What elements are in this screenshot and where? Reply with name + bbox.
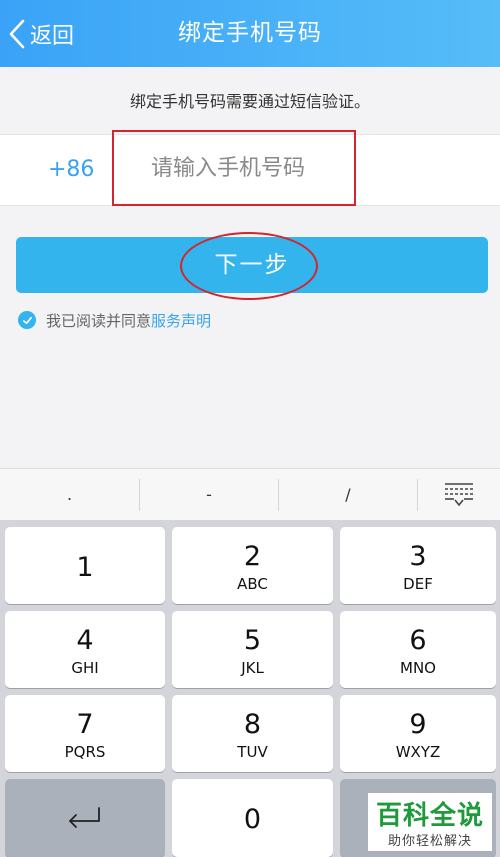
key-letters: WXYZ	[395, 743, 441, 761]
key-9[interactable]: 9 WXYZ	[340, 695, 496, 772]
watermark-title: 百科全说	[375, 801, 484, 831]
key-8[interactable]: 8 TUV	[172, 695, 333, 772]
country-code[interactable]: +86	[48, 135, 94, 205]
key-1[interactable]: 1	[5, 527, 165, 604]
key-digit: 3	[409, 541, 427, 572]
phone-row: +86	[0, 130, 500, 206]
key-digit: 4	[76, 625, 94, 656]
key-digit: 8	[243, 709, 262, 740]
phone-input[interactable]	[112, 130, 356, 206]
key-6[interactable]: 6 MNO	[340, 611, 496, 688]
next-step-button[interactable]: 下一步	[16, 237, 488, 293]
watermark-subtitle: 助你轻松解决	[387, 834, 472, 849]
service-terms-link[interactable]: 服务声明	[151, 310, 211, 331]
key-2[interactable]: 2 ABC	[172, 527, 333, 604]
keyboard-symbol-row: . - /	[0, 468, 500, 521]
key-letters: PQRS	[64, 743, 106, 761]
key-0[interactable]: 0	[172, 779, 333, 857]
agree-checkbox[interactable]	[18, 311, 36, 329]
key-5[interactable]: 5 JKL	[172, 611, 333, 688]
page-title: 绑定手机号码	[178, 20, 322, 46]
key-letters: TUV	[237, 743, 268, 761]
keyboard-collapse-icon	[445, 483, 473, 507]
key-letters: ABC	[237, 575, 268, 593]
key-letters: MNO	[400, 659, 436, 677]
key-7[interactable]: 7 PQRS	[5, 695, 165, 772]
return-icon	[69, 807, 100, 828]
key-digit: 0	[243, 804, 262, 835]
symbol-key-slash[interactable]: /	[279, 469, 417, 521]
symbol-key-dash[interactable]: -	[140, 469, 278, 521]
nav-header: 返回 绑定手机号码	[0, 0, 500, 67]
key-letters: DEF	[403, 575, 433, 593]
key-letters: GHI	[71, 659, 99, 677]
key-digit: 1	[76, 552, 94, 583]
checkmark-icon	[22, 316, 32, 324]
key-4[interactable]: 4 GHI	[5, 611, 165, 688]
key-digit: 6	[409, 625, 427, 656]
key-digit: 7	[76, 709, 94, 740]
key-digit: 5	[243, 625, 262, 656]
key-digit: 2	[243, 541, 262, 572]
key-letters: JKL	[241, 659, 264, 677]
watermark-logo: 百科全说 助你轻松解决	[368, 793, 492, 851]
key-digit: 9	[409, 709, 427, 740]
key-3[interactable]: 3 DEF	[340, 527, 496, 604]
verification-notice: 绑定手机号码需要通过短信验证。	[129, 92, 370, 111]
agreement-row: 我已阅读并同意 服务声明	[18, 309, 211, 331]
agreement-text: 我已阅读并同意	[46, 311, 152, 330]
hide-keyboard-button[interactable]	[418, 469, 500, 521]
symbol-key-dot[interactable]: .	[0, 469, 139, 521]
enter-key[interactable]	[5, 779, 165, 857]
